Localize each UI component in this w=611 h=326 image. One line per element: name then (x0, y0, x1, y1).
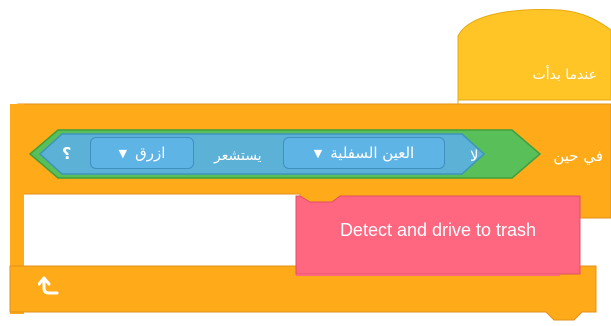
custom-block-label[interactable]: Detect and drive to trash (296, 220, 580, 241)
while-label: في حين (553, 147, 603, 165)
triangle-down-icon: ▼ (118, 146, 128, 160)
triangle-down-icon: ▼ (313, 146, 323, 160)
not-label: لا (470, 147, 479, 165)
color-dropdown[interactable]: ازرق ▼ (90, 137, 194, 169)
color-dropdown-value: ازرق (135, 144, 166, 162)
code-canvas: عندما بدأت في حين لا العين السفلية ▼ يست… (0, 0, 611, 326)
loop-arrow-icon (38, 276, 59, 295)
sensor-dropdown-value: العين السفلية (330, 144, 415, 162)
when-started-label: عندما بدأت (532, 67, 597, 83)
when-started-hat-block[interactable] (457, 9, 611, 101)
question-mark-label: ؟ (62, 144, 72, 163)
sensor-dropdown[interactable]: العين السفلية ▼ (283, 137, 445, 169)
senses-label: يستشعر (214, 148, 262, 164)
